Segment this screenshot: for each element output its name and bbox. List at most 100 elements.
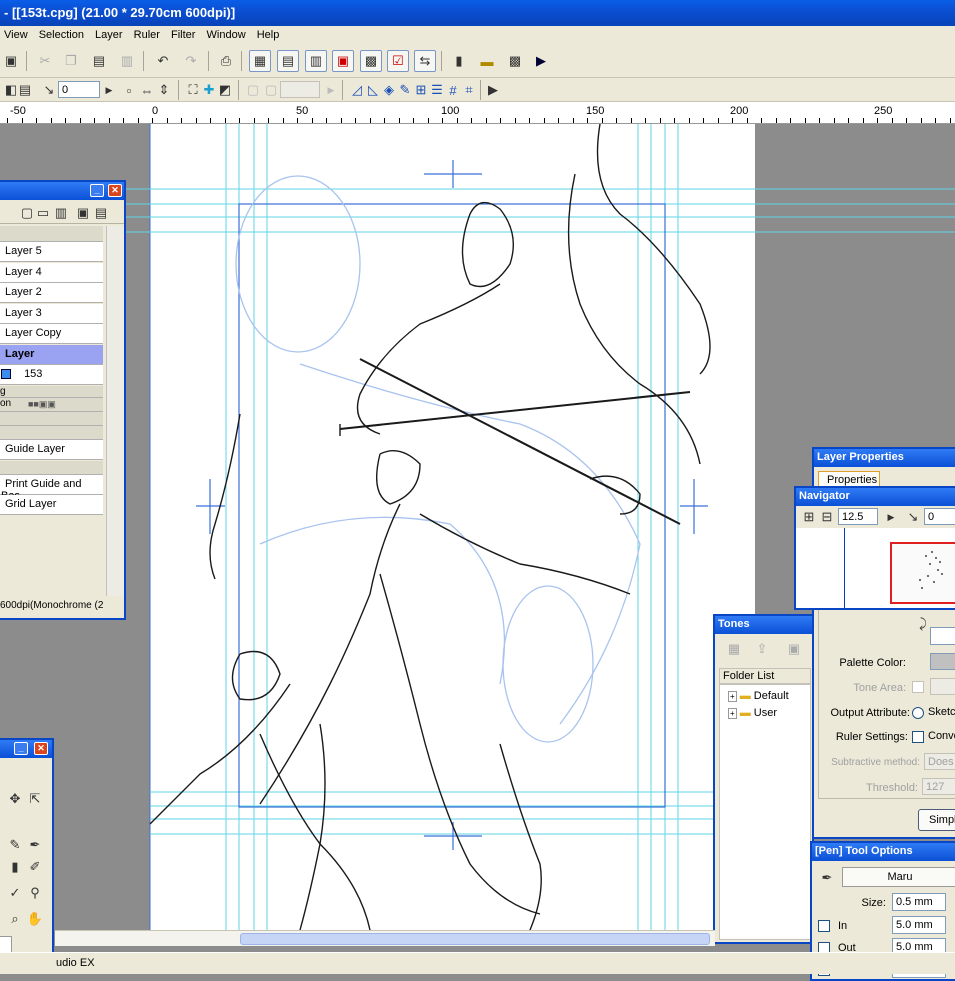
layer-row[interactable]: Layer 2 bbox=[0, 283, 103, 303]
guide-layer-row[interactable]: Guide Layer bbox=[0, 440, 103, 460]
layer-menu-icon[interactable]: ▤ bbox=[90, 202, 112, 224]
save-icon[interactable]: ▣ bbox=[0, 50, 22, 72]
disabled-arrow-icon[interactable]: ▶ bbox=[320, 79, 342, 101]
tone-folder-icon[interactable]: ▣ bbox=[783, 638, 805, 660]
brush-preset-button[interactable]: Maru bbox=[842, 867, 955, 887]
tone-import-icon[interactable]: ⇪ bbox=[751, 638, 773, 660]
navigator-viewport[interactable] bbox=[890, 542, 955, 604]
ruler-settings-checkbox[interactable] bbox=[912, 731, 924, 743]
pencil-icon[interactable]: ✎ bbox=[4, 834, 26, 856]
layer-state-icons[interactable]: ■■▣▣ bbox=[28, 399, 56, 410]
eraser-icon[interactable]: ▮ bbox=[4, 856, 26, 878]
redo-icon[interactable]: ↷ bbox=[180, 50, 202, 72]
print-icon[interactable]: ⎙ bbox=[215, 50, 237, 72]
layer-panel-icon[interactable]: ▤ bbox=[277, 50, 299, 72]
move-icon[interactable]: ✥ bbox=[4, 788, 26, 810]
layer-panel-titlebar[interactable] bbox=[0, 182, 124, 200]
zoom-arrow-icon[interactable]: ▶ bbox=[880, 506, 902, 528]
folder-default[interactable]: + ▬ Default bbox=[728, 690, 789, 702]
disabled-tool-icon[interactable]: ▢ bbox=[260, 79, 282, 101]
object-select-icon[interactable]: ⇱ bbox=[24, 788, 46, 810]
menu-filter[interactable]: Filter bbox=[167, 28, 199, 42]
pen-icon[interactable]: ✒ bbox=[24, 834, 46, 856]
scrollbar-thumb[interactable] bbox=[240, 933, 710, 945]
rotate-right-icon[interactable]: ↘ bbox=[38, 79, 60, 101]
tones-panel-icon[interactable]: ▩ bbox=[360, 50, 382, 72]
expand-icon[interactable]: + bbox=[728, 691, 737, 702]
layer-row[interactable]: Layer 3 bbox=[0, 304, 103, 324]
layer-row[interactable]: Layer Copy bbox=[0, 324, 103, 344]
menu-layer[interactable]: Layer bbox=[91, 28, 127, 42]
threshold-input[interactable]: 127 bbox=[922, 778, 955, 795]
window-title-bar[interactable]: - [[153t.cpg] (21.00 * 29.70cm 600dpi)] bbox=[0, 0, 955, 26]
expand-icon[interactable]: + bbox=[728, 708, 737, 719]
material-icon[interactable]: ▩ bbox=[504, 50, 526, 72]
history-panel-icon[interactable]: ⇆ bbox=[414, 50, 436, 72]
layer-properties-title[interactable]: Layer Properties bbox=[814, 449, 955, 467]
size-input[interactable]: 0.5 mm bbox=[892, 893, 946, 911]
ruler-panel-icon[interactable]: ▦ bbox=[249, 50, 271, 72]
menu-view[interactable]: View bbox=[0, 28, 32, 42]
folder-icon[interactable]: ▬ bbox=[476, 50, 498, 72]
layer-scrollbar[interactable] bbox=[106, 226, 124, 596]
angle-arrow-icon[interactable]: ▶ bbox=[98, 79, 120, 101]
zoom-out-icon[interactable]: ⊟ bbox=[816, 506, 838, 528]
zoom-icon[interactable]: ⌕ bbox=[4, 908, 26, 930]
tone-area-checkbox[interactable] bbox=[912, 681, 924, 693]
layer-row[interactable]: Layer 5 bbox=[0, 242, 103, 262]
page-icon[interactable]: ▮ bbox=[448, 50, 470, 72]
tone-area-field[interactable] bbox=[930, 678, 955, 695]
menu-ruler[interactable]: Ruler bbox=[130, 28, 164, 42]
properties-field[interactable] bbox=[930, 627, 955, 645]
close-icon[interactable]: ✕ bbox=[34, 742, 48, 755]
undo-icon[interactable]: ↶ bbox=[152, 50, 174, 72]
rotate-view-icon[interactable]: ↘ bbox=[902, 506, 924, 528]
copy-icon[interactable]: ❐ bbox=[60, 50, 82, 72]
hand-icon[interactable]: ✋ bbox=[24, 908, 46, 930]
page-setup-icon[interactable]: ▤ bbox=[14, 79, 36, 101]
tone-paste-icon[interactable]: ▦ bbox=[723, 638, 745, 660]
navigator-title[interactable]: Navigator bbox=[796, 488, 955, 506]
simple-mode-button[interactable]: Simpl bbox=[918, 809, 955, 831]
paste-icon[interactable]: ▤ bbox=[88, 50, 110, 72]
layer-row-selected[interactable]: Layer bbox=[0, 345, 103, 365]
zoom-input[interactable]: 12.5 bbox=[838, 508, 878, 525]
horizontal-scrollbar[interactable] bbox=[55, 930, 715, 946]
properties-panel-icon[interactable]: ▥ bbox=[305, 50, 327, 72]
layer-row[interactable]: Layer 4 bbox=[0, 263, 103, 283]
dropper-icon[interactable]: ⚲ bbox=[24, 882, 46, 904]
delete-icon[interactable]: ▥ bbox=[116, 50, 138, 72]
minimize-icon[interactable]: _ bbox=[14, 742, 28, 755]
checklist-panel-icon[interactable]: ☑ bbox=[387, 50, 409, 72]
pattern-brush-icon[interactable]: ✓ bbox=[4, 882, 26, 904]
menu-help[interactable]: Help bbox=[253, 28, 284, 42]
in-input[interactable]: 5.0 mm bbox=[892, 916, 946, 934]
marker-icon[interactable]: ✐ bbox=[24, 856, 46, 878]
close-icon[interactable]: ✕ bbox=[108, 184, 122, 197]
output-attribute-radio[interactable] bbox=[912, 707, 924, 719]
rotation-input[interactable]: 0 bbox=[924, 508, 955, 525]
grid-layer-row[interactable]: Grid Layer bbox=[0, 495, 103, 515]
print-guide-row[interactable]: Print Guide and Bas... bbox=[0, 475, 103, 502]
expand-toolbar-icon[interactable]: ▶ bbox=[482, 79, 504, 101]
delete-layer-icon[interactable]: ▥ bbox=[50, 202, 72, 224]
palette-color-swatch[interactable] bbox=[930, 653, 955, 670]
perspective-icon[interactable]: ◩ bbox=[214, 79, 236, 101]
layer-row[interactable]: 153 bbox=[0, 365, 103, 385]
in-checkbox[interactable] bbox=[818, 920, 830, 932]
pen-options-title[interactable]: [Pen] Tool Options bbox=[812, 843, 955, 861]
tones-title[interactable]: Tones bbox=[715, 616, 812, 634]
minimize-icon[interactable]: _ bbox=[90, 184, 104, 197]
navigator-preview-area[interactable] bbox=[796, 528, 955, 608]
fit-height-icon[interactable]: ⇕ bbox=[153, 79, 175, 101]
crop-mark-icon[interactable]: ⌗ bbox=[458, 79, 480, 101]
menu-selection[interactable]: Selection bbox=[35, 28, 88, 42]
menu-window[interactable]: Window bbox=[203, 28, 250, 42]
subtractive-method-select[interactable]: Does bbox=[924, 753, 955, 770]
play-icon[interactable]: ▶ bbox=[530, 50, 552, 72]
cut-icon[interactable]: ✂ bbox=[34, 50, 56, 72]
folder-user[interactable]: + ▬ User bbox=[728, 707, 777, 719]
angle-input[interactable]: 0 bbox=[58, 81, 100, 98]
disabled-input[interactable] bbox=[280, 81, 320, 98]
navigator-panel-icon[interactable]: ▣ bbox=[332, 50, 354, 72]
